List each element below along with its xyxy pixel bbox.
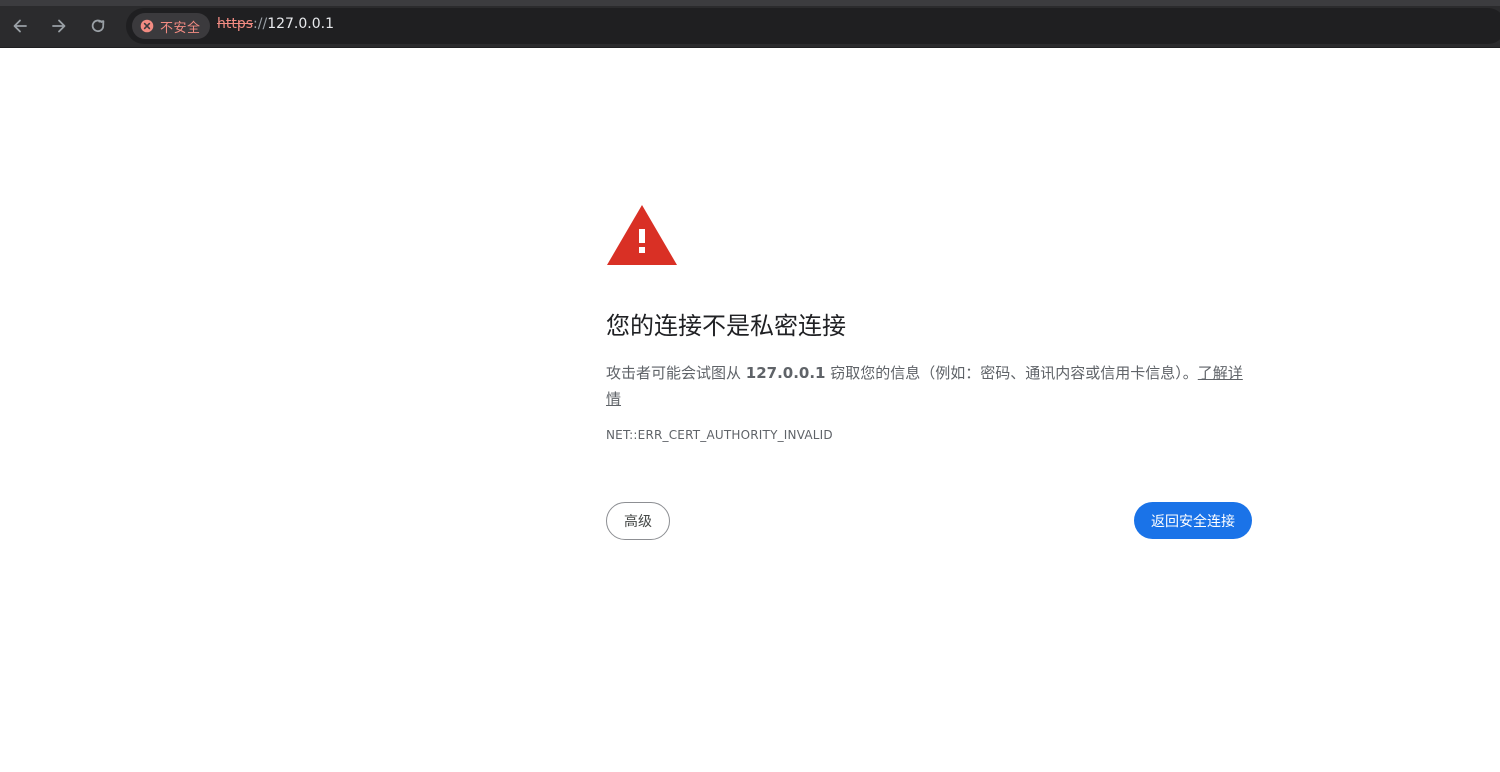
page-title: 您的连接不是私密连接 (606, 312, 846, 340)
url-separator: :// (253, 16, 268, 32)
reload-icon (91, 19, 105, 33)
security-status-chip[interactable]: 不安全 (132, 13, 210, 39)
url-text[interactable]: https://127.0.0.1 (217, 16, 334, 32)
back-button[interactable] (6, 12, 34, 40)
back-arrow-icon (13, 19, 27, 33)
not-secure-label: 不安全 (160, 20, 201, 36)
advanced-button[interactable]: 高级 (606, 502, 670, 540)
forward-button[interactable] (45, 12, 73, 40)
address-bar[interactable]: 不安全 https://127.0.0.1 (126, 8, 1500, 44)
not-secure-icon (140, 19, 154, 33)
explanation-suffix: 窃取您的信息（例如：密码、通讯内容或信用卡信息）。 (825, 364, 1198, 382)
button-row: 高级 返回安全连接 (606, 502, 1254, 542)
browser-toolbar: 不安全 https://127.0.0.1 (0, 0, 1500, 48)
explanation-host: 127.0.0.1 (745, 364, 826, 382)
reload-button[interactable] (84, 12, 112, 40)
error-code: NET::ERR_CERT_AUTHORITY_INVALID (606, 428, 833, 442)
explanation-text: 攻击者可能会试图从 127.0.0.1 窃取您的信息（例如：密码、通讯内容或信用… (606, 360, 1254, 412)
forward-arrow-icon (52, 19, 66, 33)
warning-triangle-icon (607, 205, 677, 265)
interstitial-content: 您的连接不是私密连接 攻击者可能会试图从 127.0.0.1 窃取您的信息（例如… (606, 204, 1254, 542)
url-host: 127.0.0.1 (267, 16, 334, 32)
back-to-safety-button[interactable]: 返回安全连接 (1134, 502, 1252, 539)
url-scheme: https (217, 16, 254, 32)
explanation-prefix: 攻击者可能会试图从 (606, 364, 746, 382)
